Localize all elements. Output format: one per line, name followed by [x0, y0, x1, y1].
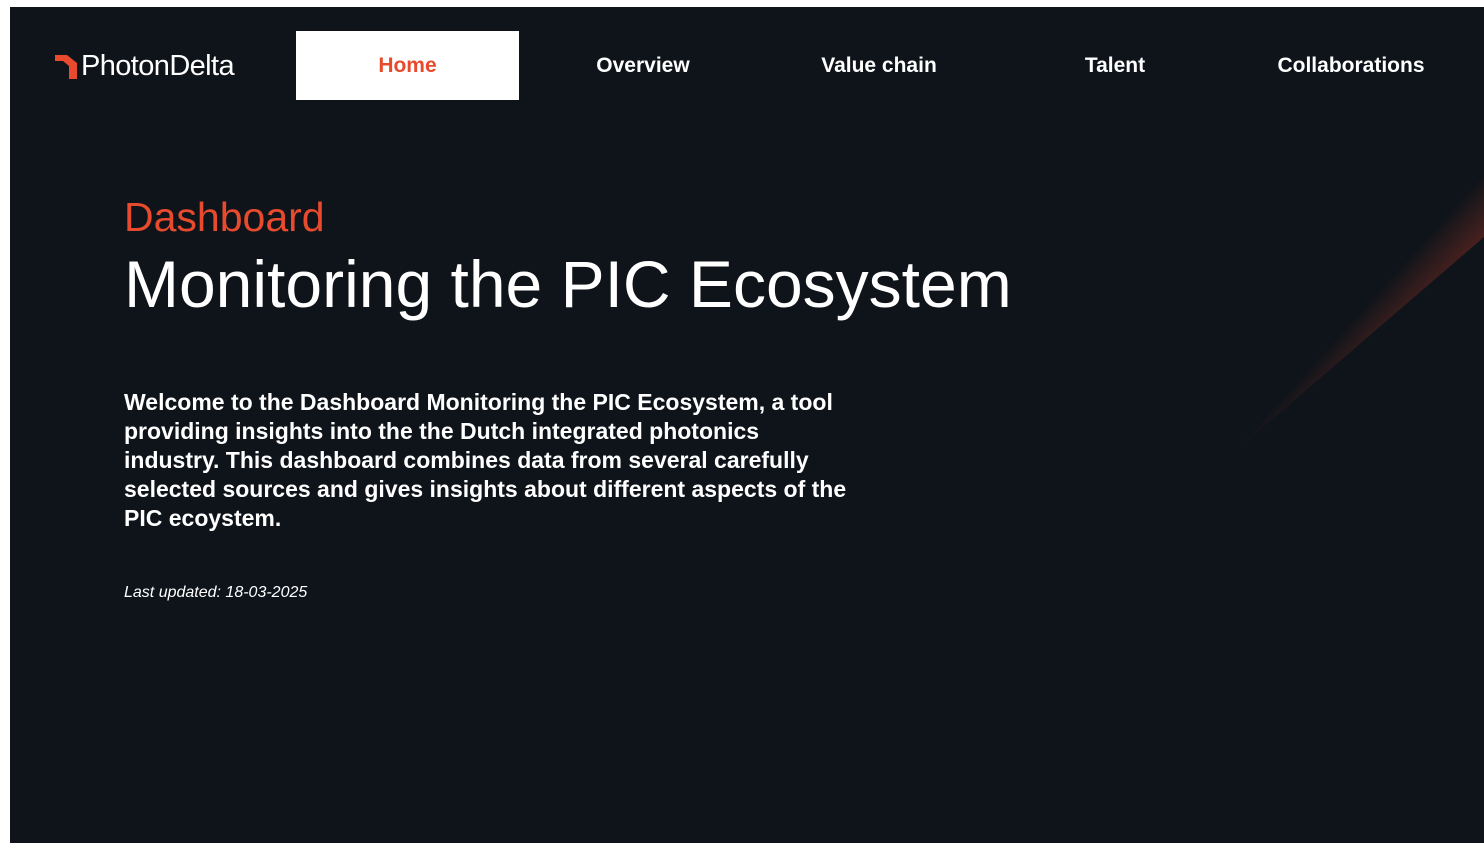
logo-text: PhotonDelta — [81, 50, 235, 82]
intro-paragraph: Welcome to the Dashboard Monitoring the … — [124, 389, 847, 531]
page-title: Monitoring the PIC Ecosystem — [124, 247, 1012, 321]
nav-tab-value-chain[interactable]: Value chain — [768, 31, 990, 100]
nav-tab-overview[interactable]: Overview — [532, 31, 754, 100]
nav-tab-talent[interactable]: Talent — [1004, 31, 1226, 100]
page-kicker: Dashboard — [124, 194, 325, 240]
nav-tab-home[interactable]: Home — [296, 31, 519, 100]
dashboard-page: PhotonDelta Home Overview Value chain Ta… — [10, 7, 1484, 843]
photondelta-logo[interactable]: PhotonDelta — [55, 49, 235, 83]
last-updated-text: Last updated: 18-03-2025 — [124, 584, 308, 601]
top-navigation: Home Overview Value chain Talent Collabo… — [296, 31, 1464, 100]
photondelta-mark-icon — [55, 55, 77, 79]
nav-tab-collaborations[interactable]: Collaborations — [1240, 31, 1462, 100]
